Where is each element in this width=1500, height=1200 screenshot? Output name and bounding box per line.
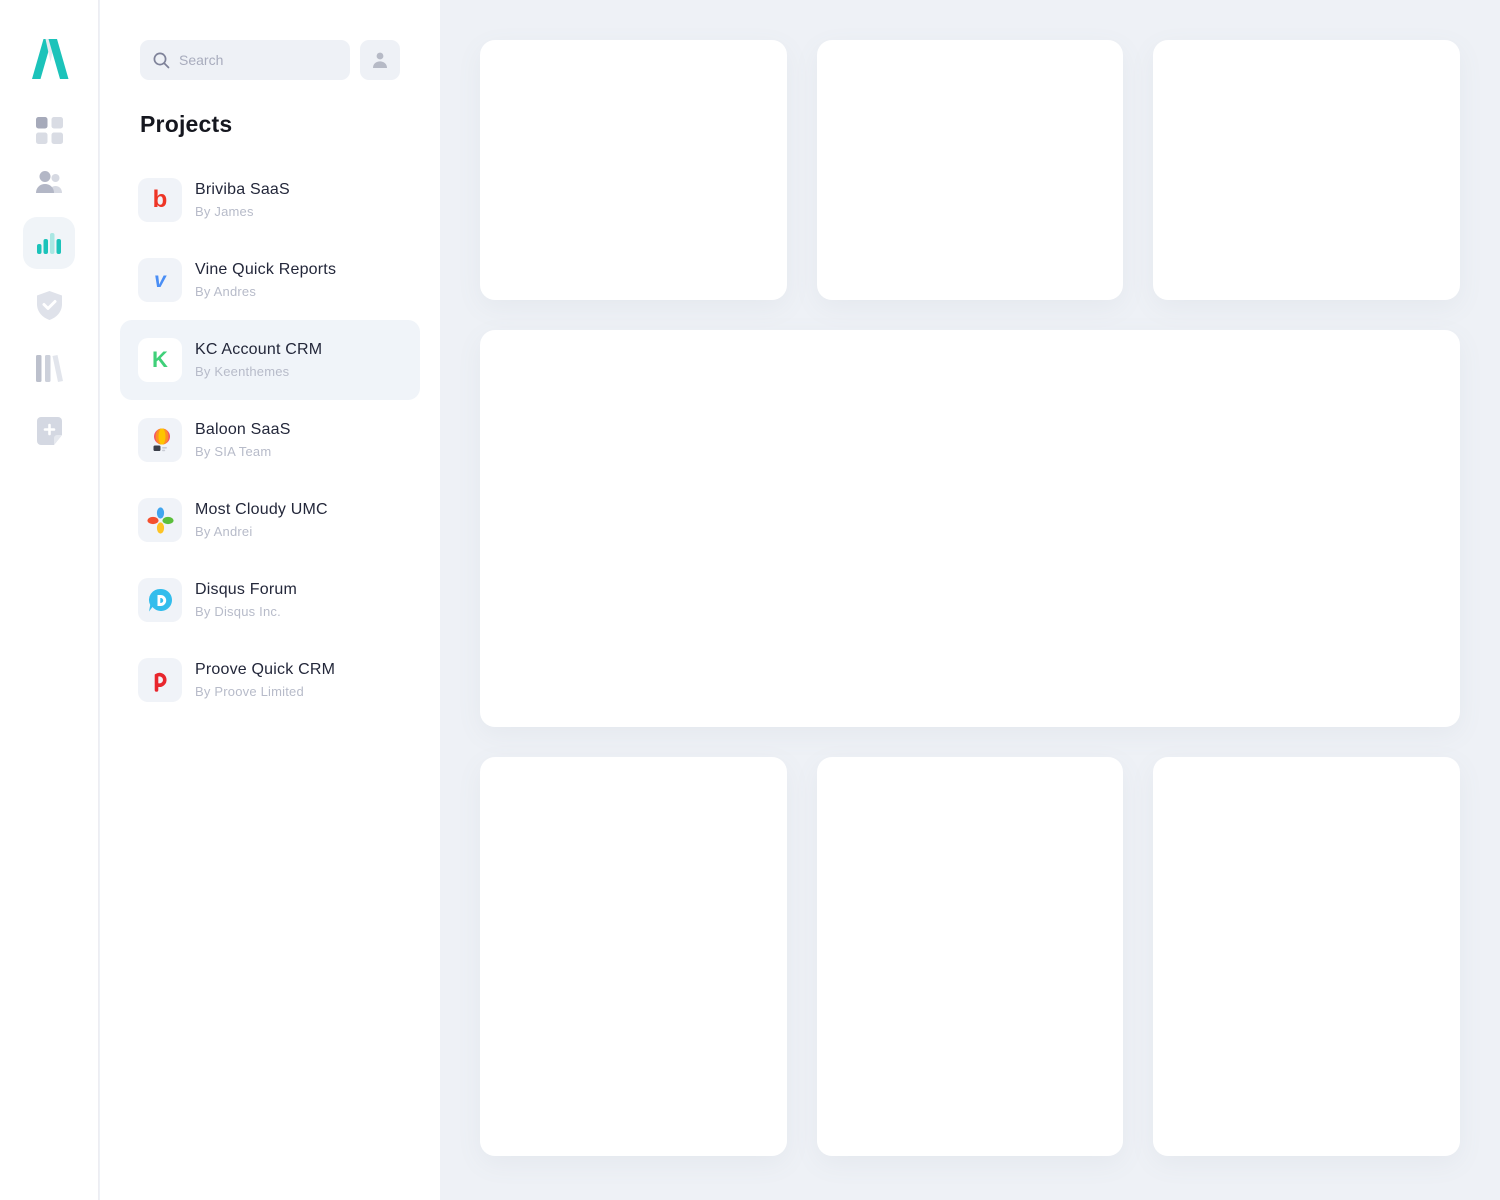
project-item-text: Disqus Forum By Disqus Inc. bbox=[195, 581, 297, 619]
project-item-text: Baloon SaaS By SIA Team bbox=[195, 421, 291, 459]
kickstarter-k-icon: K bbox=[138, 338, 182, 382]
shield-check-icon bbox=[37, 291, 62, 320]
clover-icon bbox=[138, 498, 182, 542]
project-owner: By James bbox=[195, 204, 290, 219]
nav-analytics-button[interactable] bbox=[23, 217, 75, 269]
placeholder-card-5 bbox=[817, 757, 1124, 1156]
hot-air-balloon-icon bbox=[147, 427, 174, 454]
project-item-disqus[interactable]: Disqus Forum By Disqus Inc. bbox=[120, 560, 420, 640]
project-item-text: Proove Quick CRM By Proove Limited bbox=[195, 661, 335, 699]
vimeo-v-icon: v bbox=[138, 258, 182, 302]
placeholder-card-wide bbox=[480, 330, 1460, 727]
proove-p-icon bbox=[138, 658, 182, 702]
main-content bbox=[440, 0, 1500, 1200]
project-name: Disqus Forum bbox=[195, 581, 297, 599]
nav-new-document-button[interactable] bbox=[23, 405, 75, 457]
project-owner: By Keenthemes bbox=[195, 364, 322, 379]
kc-glyph: K bbox=[152, 349, 168, 371]
project-item-briviba[interactable]: b Briviba SaaS By James bbox=[120, 160, 420, 240]
vine-glyph: v bbox=[154, 270, 166, 291]
nav-security-button[interactable] bbox=[23, 279, 75, 331]
project-owner: By Andrei bbox=[195, 524, 328, 539]
project-name: KC Account CRM bbox=[195, 341, 322, 359]
project-item-text: Vine Quick Reports By Andres bbox=[195, 261, 336, 299]
grid-icon bbox=[36, 117, 63, 144]
project-owner: By Andres bbox=[195, 284, 336, 299]
library-icon bbox=[35, 355, 63, 382]
placeholder-card-4 bbox=[480, 757, 787, 1156]
profile-button[interactable] bbox=[360, 40, 400, 80]
project-owner: By SIA Team bbox=[195, 444, 291, 459]
project-name: Briviba SaaS bbox=[195, 181, 290, 199]
nav-dashboard-button[interactable] bbox=[23, 104, 75, 156]
search-icon bbox=[153, 52, 170, 69]
balloon-icon bbox=[138, 418, 182, 462]
disqus-icon bbox=[138, 578, 182, 622]
project-name: Most Cloudy UMC bbox=[195, 501, 328, 519]
placeholder-card-2 bbox=[817, 40, 1124, 300]
project-name: Baloon SaaS bbox=[195, 421, 291, 439]
dashboard-card-grid bbox=[480, 40, 1460, 1156]
person-icon bbox=[370, 50, 390, 70]
project-item-baloon[interactable]: Baloon SaaS By SIA Team bbox=[120, 400, 420, 480]
placeholder-card-1 bbox=[480, 40, 787, 300]
nav-users-button[interactable] bbox=[23, 156, 75, 208]
projects-sidebar: Projects b Briviba SaaS By James v Vine … bbox=[100, 0, 440, 1200]
speech-bubble-d-icon bbox=[147, 587, 174, 614]
briviba-glyph: b bbox=[153, 188, 168, 212]
project-item-kc-account-crm[interactable]: K KC Account CRM By Keenthemes bbox=[120, 320, 420, 400]
placeholder-card-6 bbox=[1153, 757, 1460, 1156]
placeholder-card-3 bbox=[1153, 40, 1460, 300]
project-item-text: Briviba SaaS By James bbox=[195, 181, 290, 219]
project-item-vine[interactable]: v Vine Quick Reports By Andres bbox=[120, 240, 420, 320]
briviba-b-icon: b bbox=[138, 178, 182, 222]
icon-rail bbox=[0, 0, 99, 1200]
project-name: Proove Quick CRM bbox=[195, 661, 335, 679]
bar-chart-icon bbox=[36, 232, 62, 254]
logo-mark-icon bbox=[26, 38, 74, 80]
red-p-icon bbox=[147, 667, 174, 694]
project-owner: By Proove Limited bbox=[195, 684, 335, 699]
project-item-text: KC Account CRM By Keenthemes bbox=[195, 341, 322, 379]
project-list: b Briviba SaaS By James v Vine Quick Rep… bbox=[120, 160, 420, 720]
project-name: Vine Quick Reports bbox=[195, 261, 336, 279]
project-owner: By Disqus Inc. bbox=[195, 604, 297, 619]
file-plus-icon bbox=[37, 417, 62, 445]
users-icon bbox=[34, 171, 64, 193]
project-item-text: Most Cloudy UMC By Andrei bbox=[195, 501, 328, 539]
four-petal-icon bbox=[147, 507, 174, 534]
page-title: Projects bbox=[140, 111, 232, 138]
search-field[interactable] bbox=[140, 40, 350, 80]
project-item-proove[interactable]: Proove Quick CRM By Proove Limited bbox=[120, 640, 420, 720]
sidebar-toolbar bbox=[140, 40, 400, 80]
search-input[interactable] bbox=[179, 52, 344, 68]
nav-library-button[interactable] bbox=[23, 342, 75, 394]
app-logo[interactable] bbox=[26, 38, 74, 80]
project-item-most-cloudy[interactable]: Most Cloudy UMC By Andrei bbox=[120, 480, 420, 560]
